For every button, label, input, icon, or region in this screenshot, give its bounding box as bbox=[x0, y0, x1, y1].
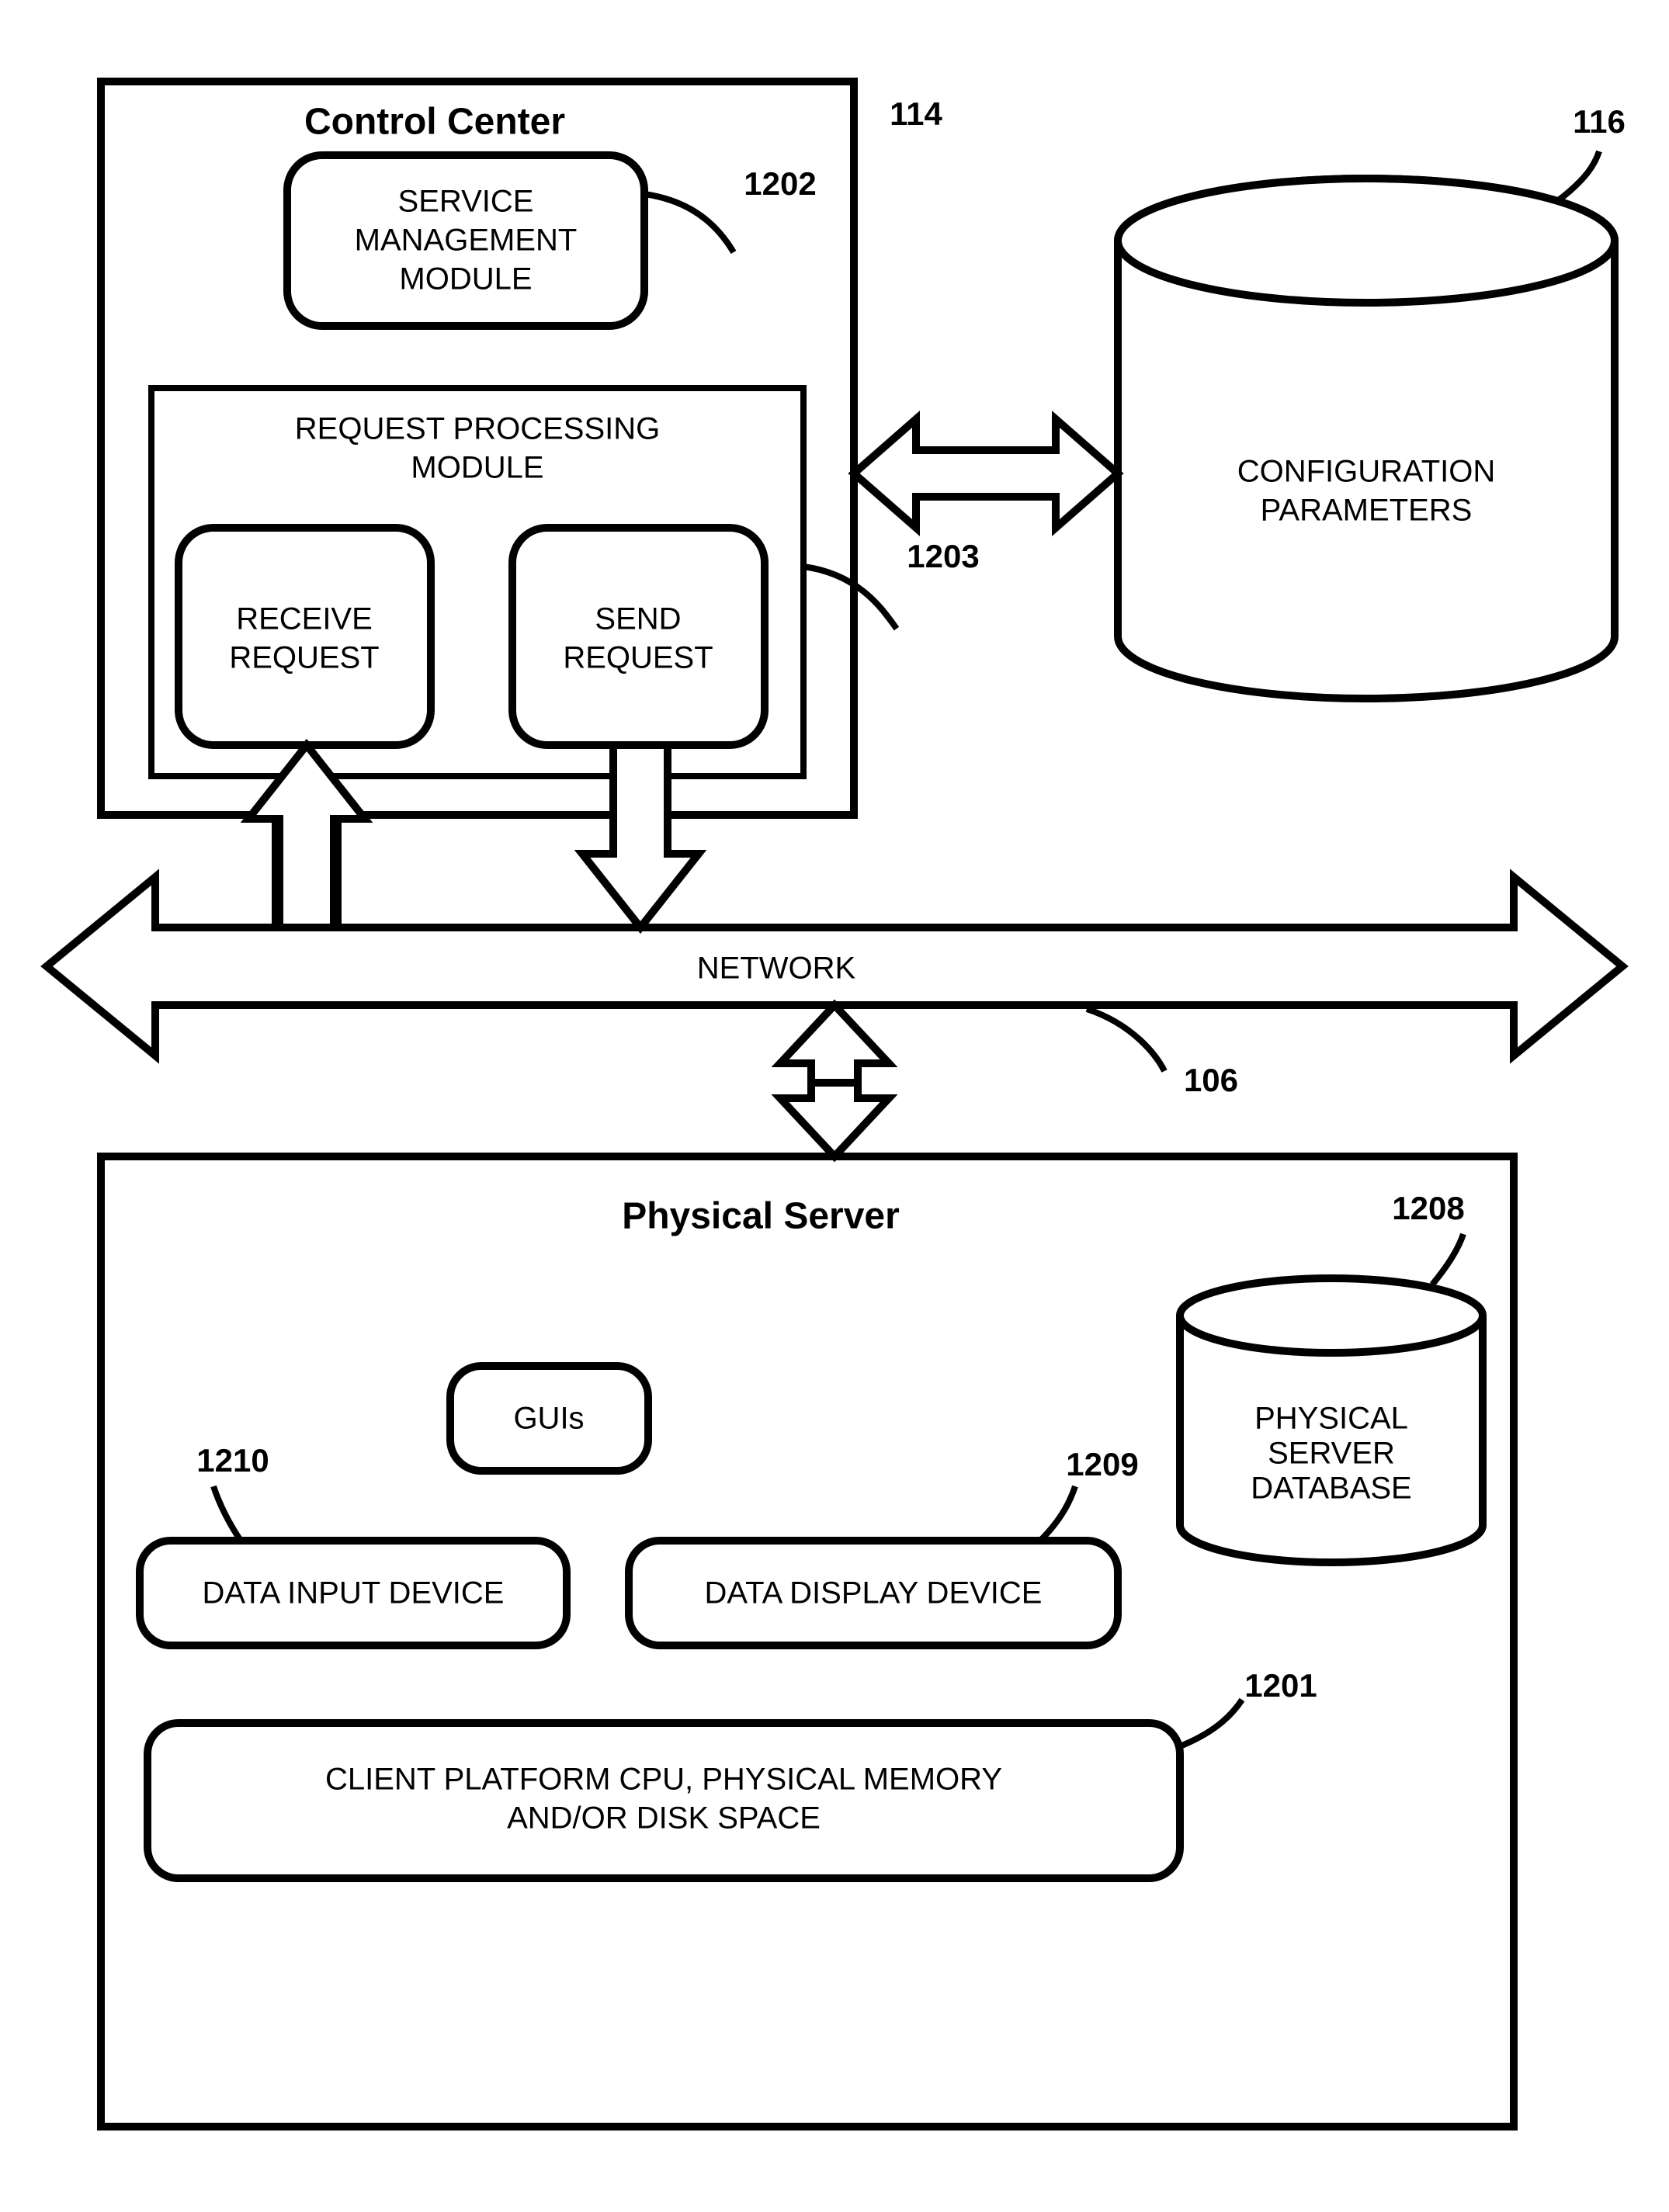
leader-data-display bbox=[1040, 1486, 1075, 1541]
leader-ps-db bbox=[1432, 1234, 1463, 1285]
ref-data-display: 1209 bbox=[1066, 1446, 1138, 1482]
config-db-l2: PARAMETERS bbox=[1261, 494, 1473, 528]
data-input-label: DATA INPUT DEVICE bbox=[203, 1576, 505, 1610]
receive-l2: REQUEST bbox=[229, 641, 379, 675]
guis-label: GUIs bbox=[513, 1402, 584, 1436]
ps-db-l2: SERVER bbox=[1268, 1437, 1395, 1471]
leader-data-input bbox=[213, 1486, 241, 1541]
req-proc-title-l2: MODULE bbox=[411, 451, 543, 485]
data-display-label: DATA DISPLAY DEVICE bbox=[705, 1576, 1043, 1610]
ref-data-input: 1210 bbox=[196, 1442, 269, 1479]
service-mgmt-l3: MODULE bbox=[399, 262, 532, 296]
send-l1: SEND bbox=[595, 602, 681, 636]
ref-network: 106 bbox=[1184, 1062, 1238, 1098]
req-proc-box bbox=[151, 388, 803, 776]
arrow-down-send bbox=[582, 745, 699, 927]
ps-db-l1: PHYSICAL bbox=[1254, 1402, 1408, 1436]
leader-network bbox=[1087, 1009, 1164, 1071]
physical-server-title: Physical Server bbox=[622, 1196, 900, 1237]
config-db-l1: CONFIGURATION bbox=[1237, 455, 1496, 489]
ps-db-l3: DATABASE bbox=[1251, 1472, 1411, 1506]
ref-config-db: 116 bbox=[1573, 103, 1626, 140]
config-db-icon bbox=[1118, 179, 1615, 699]
arrow-network-to-ps bbox=[780, 1005, 889, 1156]
leader-resources bbox=[1180, 1700, 1242, 1746]
resources-l2: AND/OR DISK SPACE bbox=[507, 1801, 821, 1836]
req-proc-title-l1: REQUEST PROCESSING bbox=[295, 412, 660, 446]
ref-req-proc: 1203 bbox=[907, 538, 979, 574]
arrow-up-receive bbox=[248, 745, 365, 927]
resources-l1: CLIENT PLATFORM CPU, PHYSICAL MEMORY bbox=[325, 1763, 1002, 1797]
receive-request-box bbox=[179, 528, 431, 745]
arrow-cc-to-config bbox=[854, 419, 1118, 528]
network-label: NETWORK bbox=[697, 952, 856, 986]
leader-config-db bbox=[1556, 151, 1599, 202]
control-center-title: Control Center bbox=[304, 102, 565, 143]
ref-resources: 1201 bbox=[1244, 1667, 1317, 1704]
send-request-box bbox=[512, 528, 765, 745]
ref-ps-db: 1208 bbox=[1392, 1190, 1464, 1226]
ref-service-mgmt: 1202 bbox=[744, 165, 816, 202]
leader-service-mgmt bbox=[644, 194, 734, 252]
send-l2: REQUEST bbox=[563, 641, 713, 675]
receive-l1: RECEIVE bbox=[236, 602, 373, 636]
service-mgmt-l1: SERVICE bbox=[398, 185, 534, 219]
ref-control-center: 114 bbox=[890, 95, 942, 132]
service-mgmt-l2: MANAGEMENT bbox=[355, 224, 578, 258]
